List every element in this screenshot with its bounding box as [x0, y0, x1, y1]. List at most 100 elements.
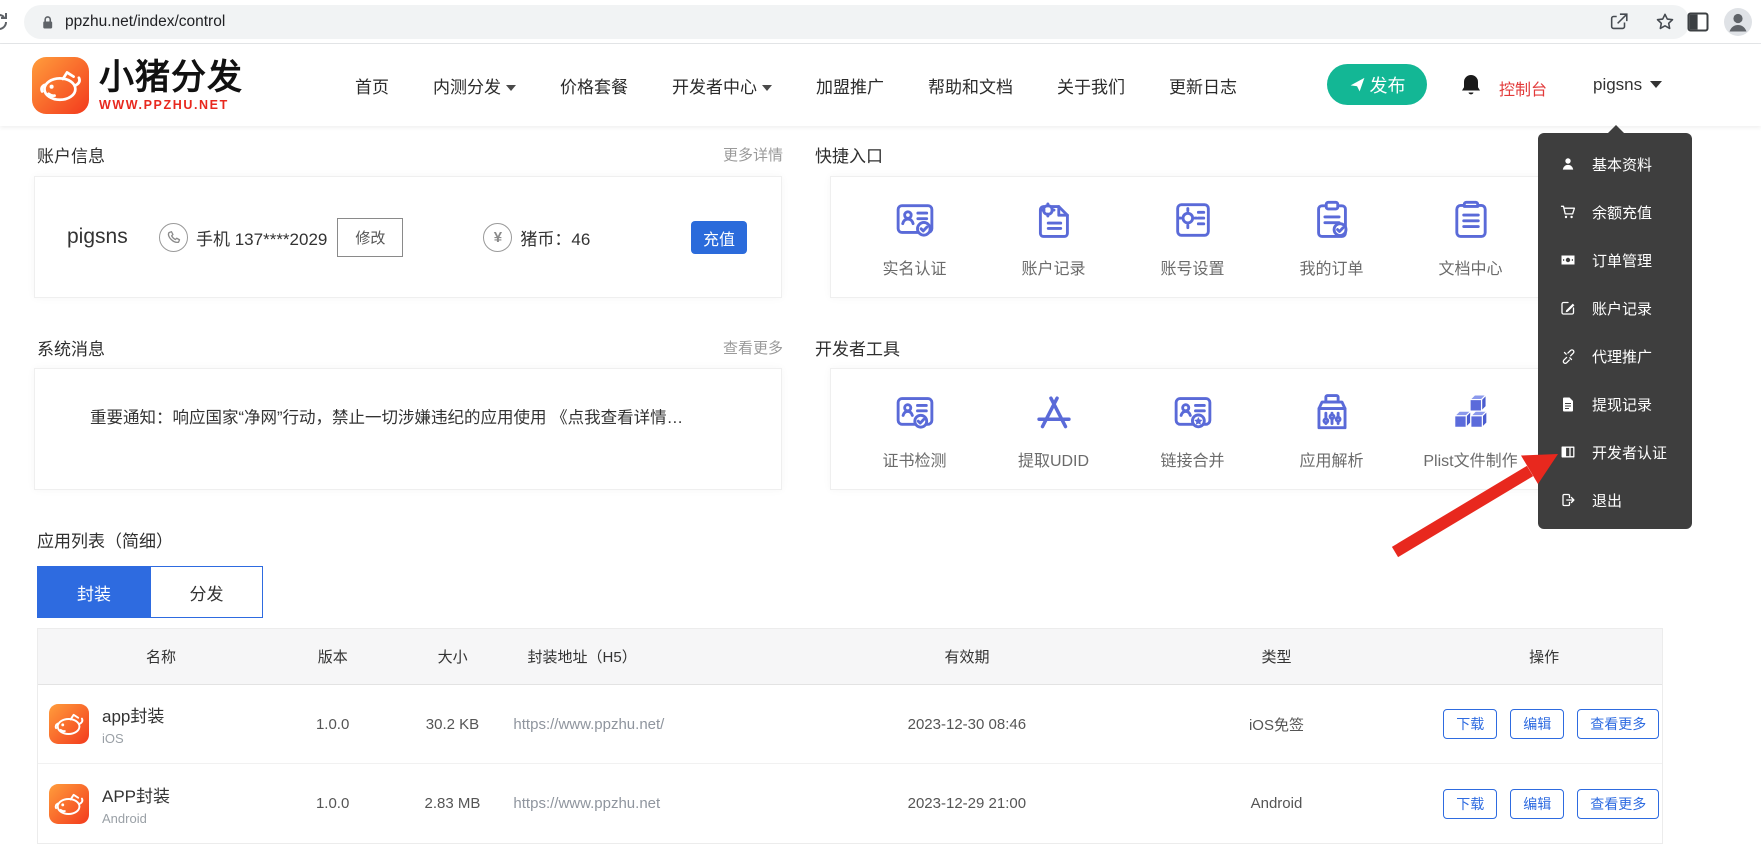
dev-tool-cert-check[interactable]: 证书检测 — [845, 389, 984, 471]
chevron-down-icon — [506, 85, 516, 91]
edit-icon — [1560, 300, 1576, 316]
pig-app-icon — [49, 704, 89, 744]
menu-item-recharge[interactable]: 余额充值 — [1538, 188, 1692, 236]
columns-icon — [1560, 444, 1576, 460]
share-icon[interactable] — [1608, 11, 1630, 33]
view-more-button[interactable]: 查看更多 — [1577, 709, 1659, 739]
col-header-name: 名称 — [38, 646, 268, 667]
table-row: APP封装 Android 1.0.0 2.83 MB https://www.… — [38, 764, 1662, 843]
nav-pricing[interactable]: 价格套餐 — [560, 73, 628, 98]
quick-entry-doc-center[interactable]: 文档中心 — [1401, 197, 1540, 279]
lock-icon — [40, 14, 55, 31]
promotion-link-icon — [1560, 348, 1576, 364]
realname-cert-icon — [892, 197, 938, 243]
quick-entry-my-orders[interactable]: 我的订单 — [1262, 197, 1401, 279]
system-message-card: 重要通知：响应国家“净网”行动，禁止一切涉嫌违纪的应用使用 《点我查看详情… — [34, 368, 782, 490]
account-username: pigsns — [67, 225, 159, 249]
quick-entry-realname[interactable]: 实名认证 — [845, 197, 984, 279]
download-button[interactable]: 下载 — [1443, 789, 1497, 819]
nav-changelog[interactable]: 更新日志 — [1169, 73, 1237, 98]
user-dropdown-menu: 基本资料 余额充值 订单管理 账户记录 代理推广 — [1538, 133, 1692, 529]
account-settings-icon — [1170, 197, 1216, 243]
browser-profile-avatar[interactable] — [1723, 7, 1753, 37]
tab-distribute[interactable]: 分发 — [150, 567, 262, 617]
dev-tool-link-merge[interactable]: 链接合并 — [1123, 389, 1262, 471]
account-info-card: pigsns 手机 137****2029 修改 ¥ 猪币：46 充值 — [34, 176, 782, 298]
menu-item-agent-promotion[interactable]: 代理推广 — [1538, 332, 1692, 380]
menu-item-developer-cert[interactable]: 开发者认证 — [1538, 428, 1692, 476]
site-logo[interactable]: 小猪分发 WWW.PPZHU.NET — [32, 57, 243, 114]
link-merge-icon — [1170, 389, 1216, 435]
browser-toolbar: ppzhu.net/index/control — [0, 0, 1761, 44]
app-version: 1.0.0 — [268, 795, 398, 812]
pig-coin-balance: 猪币：46 — [520, 225, 590, 250]
url-text[interactable]: ppzhu.net/index/control — [65, 13, 1584, 31]
app-size: 30.2 KB — [398, 716, 508, 733]
app-url[interactable]: https://www.ppzhu.net — [507, 795, 807, 812]
quick-entry-account-settings[interactable]: 账号设置 — [1123, 197, 1262, 279]
nav-home[interactable]: 首页 — [355, 73, 389, 98]
logout-icon — [1560, 492, 1576, 508]
user-menu-trigger[interactable]: pigsns — [1593, 75, 1662, 95]
app-version: 1.0.0 — [268, 716, 398, 733]
view-more-button[interactable]: 查看更多 — [1577, 789, 1659, 819]
chevron-down-icon — [762, 85, 772, 91]
app-name[interactable]: APP封装 — [102, 782, 170, 807]
menu-item-account-records[interactable]: 账户记录 — [1538, 284, 1692, 332]
nav-about-us[interactable]: 关于我们 — [1057, 73, 1125, 98]
menu-item-orders[interactable]: 订单管理 — [1538, 236, 1692, 284]
system-message-more-link[interactable]: 查看更多 — [723, 337, 783, 358]
yen-coin-icon: ¥ — [483, 223, 512, 252]
publish-button[interactable]: 发布 — [1327, 64, 1427, 105]
download-button[interactable]: 下载 — [1443, 709, 1497, 739]
table-header-row: 名称 版本 大小 封装地址（H5） 有效期 类型 操作 — [38, 629, 1662, 685]
tab-package[interactable]: 封装 — [38, 567, 150, 617]
system-message-text[interactable]: 重要通知：响应国家“净网”行动，禁止一切涉嫌违纪的应用使用 《点我查看详情… — [35, 369, 781, 430]
app-type: Android — [1127, 795, 1427, 812]
address-bar[interactable]: ppzhu.net/index/control — [24, 5, 1690, 39]
app-platform: Android — [102, 811, 170, 826]
nav-affiliate[interactable]: 加盟推广 — [816, 73, 884, 98]
nav-help-docs[interactable]: 帮助和文档 — [928, 73, 1013, 98]
page: ppzhu.net/index/control — [0, 0, 1761, 854]
app-name[interactable]: app封装 — [102, 702, 164, 727]
menu-item-profile[interactable]: 基本资料 — [1538, 140, 1692, 188]
nav-developer-center[interactable]: 开发者中心 — [672, 73, 772, 98]
app-table: 名称 版本 大小 封装地址（H5） 有效期 类型 操作 app封装 iOS — [37, 628, 1663, 844]
quick-entry-account-record[interactable]: 账户记录 — [984, 197, 1123, 279]
chevron-down-icon — [1650, 81, 1662, 88]
app-expire: 2023-12-29 21:00 — [807, 795, 1127, 812]
dev-tool-app-parse[interactable]: 应用解析 — [1262, 389, 1401, 471]
col-header-version: 版本 — [268, 646, 398, 667]
withdraw-record-icon — [1560, 396, 1576, 412]
quick-entry-title: 快捷入口 — [815, 142, 883, 167]
account-record-icon — [1031, 197, 1077, 243]
pig-logo-icon — [32, 57, 89, 114]
edit-button[interactable]: 编辑 — [1510, 789, 1564, 819]
console-link[interactable]: 控制台 — [1499, 76, 1547, 100]
col-header-size: 大小 — [398, 646, 508, 667]
doc-center-icon — [1448, 197, 1494, 243]
menu-item-withdraw-records[interactable]: 提现记录 — [1538, 380, 1692, 428]
edit-button[interactable]: 编辑 — [1510, 709, 1564, 739]
app-url[interactable]: https://www.ppzhu.net/ — [507, 716, 807, 733]
recharge-button[interactable]: 充值 — [691, 221, 747, 254]
bookmark-star-icon[interactable] — [1654, 11, 1676, 33]
dev-tool-extract-udid[interactable]: 提取UDID — [984, 389, 1123, 471]
table-row: app封装 iOS 1.0.0 30.2 KB https://www.ppzh… — [38, 685, 1662, 764]
dev-tool-plist-maker[interactable]: Plist文件制作 — [1401, 389, 1540, 471]
site-header: 小猪分发 WWW.PPZHU.NET 首页 内测分发 价格套餐 开发者中心 加盟… — [0, 44, 1761, 126]
account-section-title: 账户信息 — [37, 142, 105, 167]
main-nav: 首页 内测分发 价格套餐 开发者中心 加盟推广 帮助和文档 关于我们 更新日志 — [355, 44, 1237, 126]
menu-item-logout[interactable]: 退出 — [1538, 476, 1692, 524]
nav-beta-distribution[interactable]: 内测分发 — [433, 73, 516, 98]
side-panel-icon[interactable] — [1687, 12, 1709, 32]
money-icon — [1560, 252, 1576, 268]
account-more-link[interactable]: 更多详情 — [723, 144, 783, 165]
pig-app-icon — [49, 784, 89, 824]
reload-icon[interactable] — [0, 10, 11, 34]
notification-bell-icon[interactable] — [1460, 73, 1482, 97]
modify-phone-button[interactable]: 修改 — [337, 218, 403, 257]
dev-tools-title: 开发者工具 — [815, 335, 900, 360]
app-parse-icon — [1309, 389, 1355, 435]
